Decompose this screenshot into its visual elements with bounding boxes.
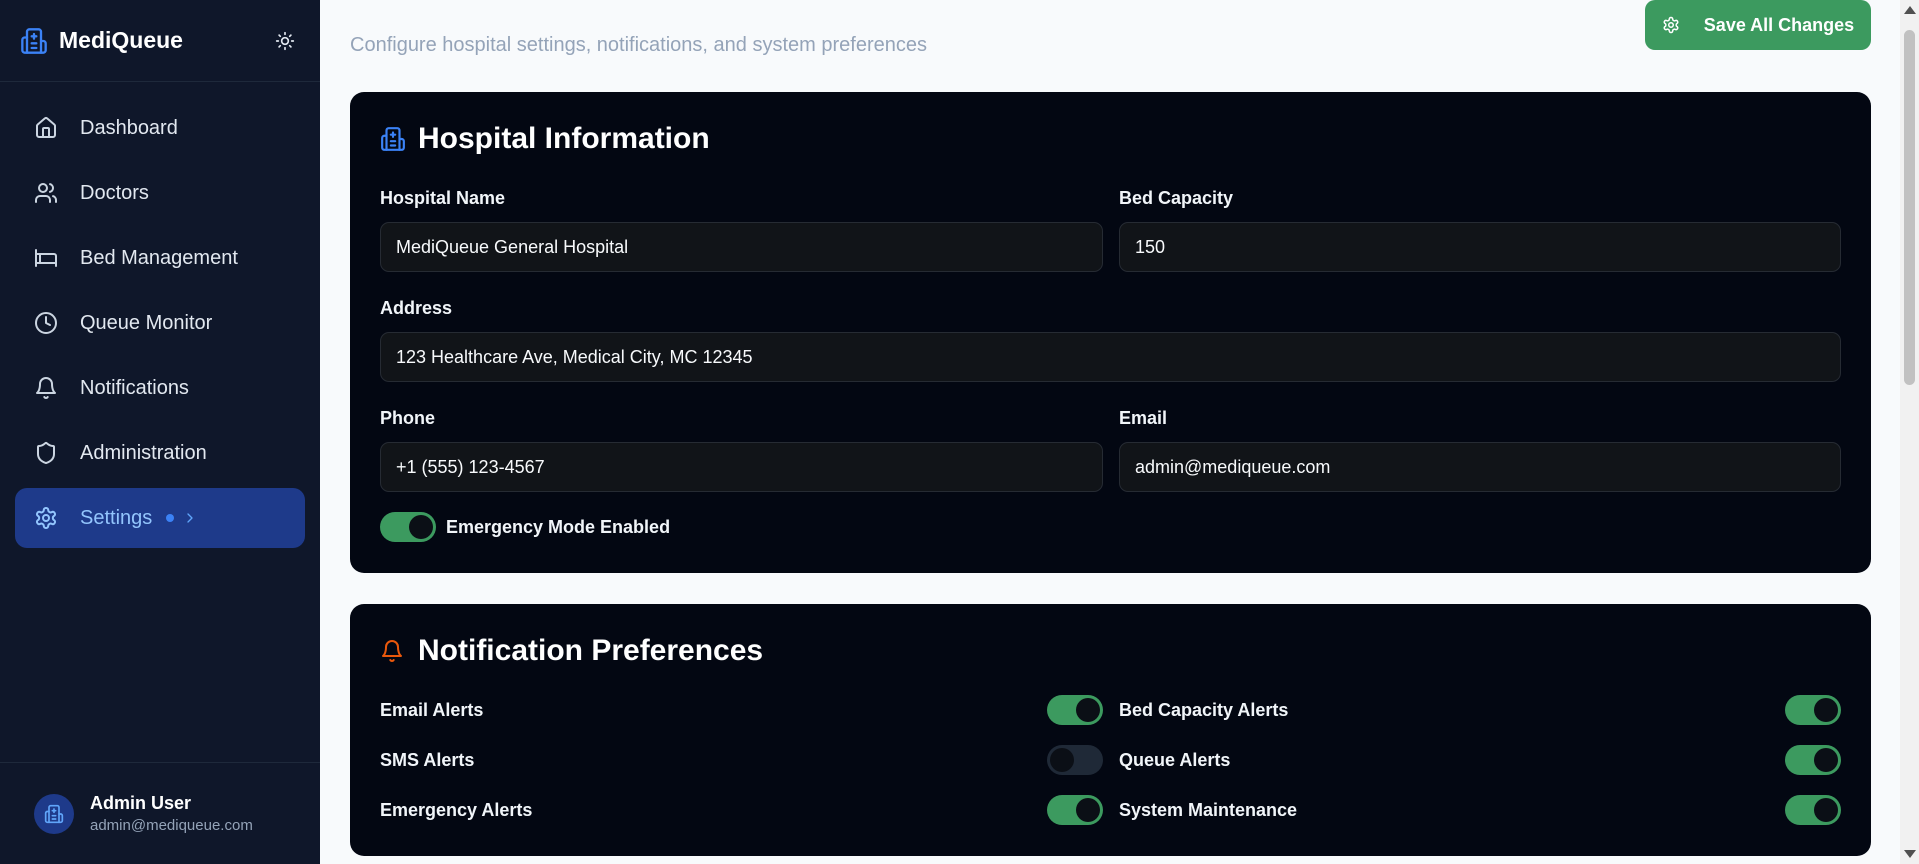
chevron-right-icon	[182, 510, 198, 526]
emergency-alerts-label: Emergency Alerts	[380, 800, 533, 820]
sms-alerts-label: SMS Alerts	[380, 750, 475, 770]
bed-capacity-label: Bed Capacity	[1119, 188, 1234, 208]
sms-alerts-toggle[interactable]	[1047, 745, 1103, 775]
sidebar-item-label: Doctors	[80, 181, 149, 204]
scrollbar-thumb[interactable]	[1904, 30, 1915, 385]
sidebar-item-settings[interactable]: Settings	[15, 488, 305, 548]
address-input[interactable]: 123 Healthcare Ave, Medical City, MC 123…	[380, 332, 1841, 382]
emergency-alerts-toggle[interactable]	[1047, 795, 1103, 825]
sidebar-item-dashboard[interactable]: Dashboard	[15, 98, 305, 158]
hospital-information-title: Hospital Information	[418, 122, 710, 155]
bed-capacity-input[interactable]: 150	[1119, 222, 1841, 272]
sidebar-item-bed-management[interactable]: Bed Management	[15, 228, 305, 288]
notification-preferences-card: Notification Preferences Email Alerts Be…	[350, 604, 1871, 856]
user-email: admin@mediqueue.com	[90, 817, 253, 834]
sidebar-item-label: Administration	[80, 441, 207, 464]
toggle-knob	[409, 515, 433, 539]
address-label: Address	[380, 298, 453, 318]
notification-preferences-title: Notification Preferences	[418, 634, 764, 667]
bell-icon	[380, 637, 408, 665]
users-icon	[34, 180, 60, 206]
avatar	[34, 793, 74, 834]
save-all-changes-button[interactable]: Save All Changes	[1645, 0, 1871, 50]
phone-label: Phone	[380, 408, 436, 428]
hospital-name-input[interactable]: MediQueue General Hospital	[380, 222, 1103, 272]
toggle-knob	[1814, 748, 1838, 772]
toggle-knob	[1050, 748, 1074, 772]
gear-icon	[34, 505, 60, 531]
page-scrollbar[interactable]	[1900, 0, 1919, 864]
hospital-name-label: Hospital Name	[380, 188, 506, 208]
active-indicator-dot	[166, 514, 175, 522]
user-profile[interactable]: Admin User admin@mediqueue.com	[0, 762, 320, 864]
shield-icon	[34, 440, 60, 466]
bed-icon	[34, 245, 60, 271]
gear-icon	[1662, 15, 1682, 35]
queue-alerts-label: Queue Alerts	[1119, 750, 1231, 770]
emergency-mode-toggle[interactable]	[380, 512, 436, 542]
sidebar-item-label: Queue Monitor	[80, 311, 213, 334]
sidebar-item-administration[interactable]: Administration	[15, 423, 305, 483]
clock-icon	[34, 310, 60, 336]
system-maintenance-toggle[interactable]	[1785, 795, 1841, 825]
sidebar-item-label: Settings	[80, 506, 153, 529]
queue-alerts-toggle[interactable]	[1785, 745, 1841, 775]
email-input[interactable]: admin@mediqueue.com	[1119, 442, 1841, 492]
card-title: Notification Preferences	[380, 634, 763, 668]
sidebar-item-label: Bed Management	[80, 246, 238, 269]
user-name: Admin User	[90, 793, 192, 813]
main-content: Configure hospital settings, notificatio…	[320, 0, 1900, 864]
email-alerts-toggle[interactable]	[1047, 695, 1103, 725]
emergency-mode-label: Emergency Mode Enabled	[446, 517, 671, 537]
brand: MediQueue	[0, 0, 320, 82]
toggle-knob	[1076, 698, 1100, 722]
hospital-icon	[20, 26, 50, 56]
hospital-icon	[44, 804, 64, 823]
system-maintenance-label: System Maintenance	[1119, 800, 1298, 820]
app-name: MediQueue	[59, 27, 183, 53]
scroll-down-arrow-icon[interactable]	[1904, 850, 1916, 858]
sidebar-nav: Dashboard Doctors Bed Management Queue M…	[0, 82, 320, 569]
hospital-information-card: Hospital Information Hospital Name MediQ…	[350, 92, 1871, 573]
email-label: Email	[1119, 408, 1168, 428]
sidebar-item-doctors[interactable]: Doctors	[15, 163, 305, 223]
card-title: Hospital Information	[380, 122, 710, 156]
theme-toggle-sun-icon[interactable]	[270, 26, 300, 56]
sidebar-item-label: Dashboard	[80, 116, 178, 139]
bed-capacity-alerts-toggle[interactable]	[1785, 695, 1841, 725]
sidebar-item-queue-monitor[interactable]: Queue Monitor	[15, 293, 305, 353]
sidebar-item-label: Notifications	[80, 376, 189, 399]
toggle-knob	[1814, 798, 1838, 822]
sidebar-item-notifications[interactable]: Notifications	[15, 358, 305, 418]
sidebar: MediQueue Dashboard Doctors Bed Manageme…	[0, 0, 320, 864]
save-button-label: Save All Changes	[1703, 14, 1855, 35]
scroll-up-arrow-icon[interactable]	[1904, 6, 1916, 14]
hospital-icon	[380, 125, 408, 153]
toggle-knob	[1814, 698, 1838, 722]
page-subtitle: Configure hospital settings, notificatio…	[350, 34, 927, 56]
toggle-knob	[1076, 798, 1100, 822]
phone-input[interactable]: +1 (555) 123-4567	[380, 442, 1103, 492]
bed-capacity-alerts-label: Bed Capacity Alerts	[1119, 700, 1289, 720]
home-icon	[34, 115, 60, 141]
email-alerts-label: Email Alerts	[380, 700, 484, 720]
bell-icon	[34, 375, 60, 401]
